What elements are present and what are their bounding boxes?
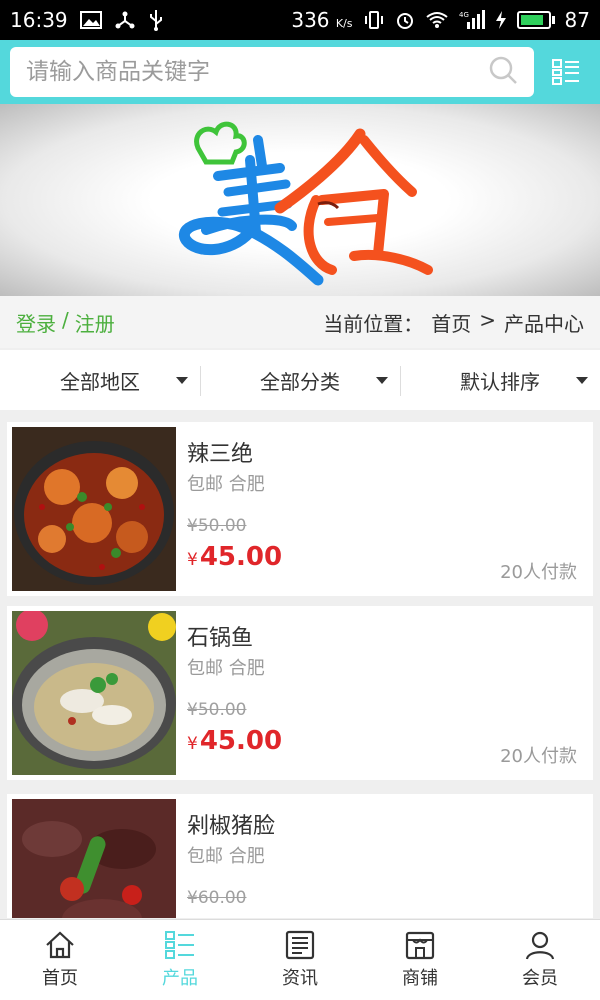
filter-bar: 全部地区 全部分类 默认排序 — [0, 350, 600, 410]
tab-label: 资讯 — [282, 968, 318, 989]
search-icon[interactable] — [488, 55, 518, 89]
tab-home[interactable]: 首页 — [0, 920, 120, 1000]
status-bar: 16:39 336 K/s 4G 87 — [0, 0, 600, 40]
auth-links: 登录 / 注册 — [16, 308, 115, 337]
breadcrumb-home[interactable]: 首页 — [431, 308, 471, 337]
usb-icon — [148, 9, 164, 31]
auth-separator: / — [62, 307, 69, 332]
register-link[interactable]: 注册 — [75, 308, 115, 337]
search-box — [10, 47, 534, 97]
tab-label: 商铺 — [402, 968, 438, 989]
breadcrumb: 当前位置： 首页 > 产品中心 — [323, 308, 584, 337]
tab-shops[interactable]: 商铺 — [360, 920, 480, 1000]
product-image — [12, 799, 176, 918]
banner[interactable] — [0, 104, 600, 296]
original-price: ¥50.00 — [187, 700, 247, 720]
product-list: 辣三绝 包邮 合肥 ¥50.00 ¥45.00 20人付款 石锅鱼 包邮 合肥 … — [0, 418, 600, 918]
home-icon — [46, 931, 74, 959]
net-speed: 336 K/s — [291, 8, 353, 32]
current-price: ¥45.00 — [187, 542, 283, 572]
tab-label: 首页 — [42, 968, 78, 989]
filter-category-dropdown[interactable]: 全部分类 — [200, 350, 400, 410]
breadcrumb-prefix: 当前位置： — [323, 311, 424, 336]
product-image — [12, 427, 176, 591]
gallery-icon — [79, 11, 102, 29]
food-logo — [179, 121, 433, 286]
shop-icon — [405, 931, 435, 960]
product-card[interactable]: 剁椒猪脸 包邮 合肥 ¥60.00 — [7, 794, 593, 918]
caret-down-icon — [576, 377, 588, 384]
product-image — [12, 611, 176, 775]
login-link[interactable]: 登录 — [16, 308, 56, 337]
tab-news[interactable]: 资讯 — [240, 920, 360, 1000]
charging-icon — [495, 10, 507, 30]
product-card[interactable]: 辣三绝 包邮 合肥 ¥50.00 ¥45.00 20人付款 — [7, 422, 593, 596]
product-tags: 包邮 合肥 — [187, 658, 265, 679]
svg-text:4G: 4G — [459, 11, 469, 19]
current-price: ¥45.00 — [187, 726, 283, 756]
signal-icon: 4G — [459, 10, 485, 30]
product-card[interactable]: 石锅鱼 包邮 合肥 ¥50.00 ¥45.00 20人付款 — [7, 606, 593, 780]
share-icon — [114, 10, 136, 30]
bottom-tab-bar: 首页 产品 资讯 商铺 会员 — [0, 919, 600, 1000]
list-icon — [165, 931, 194, 959]
tab-products[interactable]: 产品 — [120, 920, 240, 1000]
sales-count: 20人付款 — [500, 746, 577, 767]
filter-region-dropdown[interactable]: 全部地区 — [0, 350, 200, 410]
wifi-icon — [425, 11, 449, 29]
clock: 16:39 — [10, 8, 68, 32]
tab-member[interactable]: 会员 — [480, 920, 600, 1000]
filter-label: 全部地区 — [60, 369, 140, 394]
battery-percent: 87 — [564, 8, 590, 32]
member-icon — [525, 931, 555, 960]
category-menu-button[interactable] — [548, 54, 584, 90]
product-name: 石锅鱼 — [187, 626, 254, 651]
filter-sort-dropdown[interactable]: 默认排序 — [400, 350, 600, 410]
filter-label: 默认排序 — [460, 369, 540, 394]
breadcrumb-separator: > — [479, 307, 496, 332]
sales-count: 20人付款 — [500, 562, 577, 583]
original-price: ¥50.00 — [187, 516, 247, 536]
product-tags: 包邮 合肥 — [187, 474, 265, 495]
tab-label: 会员 — [522, 968, 558, 989]
caret-down-icon — [176, 377, 188, 384]
product-name: 剁椒猪脸 — [187, 814, 276, 839]
search-input[interactable] — [26, 59, 488, 85]
breadcrumb-row: 登录 / 注册 当前位置： 首页 > 产品中心 — [0, 296, 600, 348]
battery-icon — [516, 11, 555, 29]
news-icon — [285, 930, 315, 960]
caret-down-icon — [376, 377, 388, 384]
product-name: 辣三绝 — [187, 442, 254, 467]
breadcrumb-current: 产品中心 — [504, 311, 584, 336]
product-tags: 包邮 合肥 — [187, 846, 265, 867]
original-price: ¥60.00 — [187, 888, 247, 908]
search-header — [0, 40, 600, 104]
tab-label: 产品 — [162, 968, 198, 989]
filter-label: 全部分类 — [260, 369, 340, 394]
vibrate-icon — [363, 10, 385, 30]
category-list-icon — [552, 59, 579, 85]
alarm-icon — [395, 10, 415, 30]
